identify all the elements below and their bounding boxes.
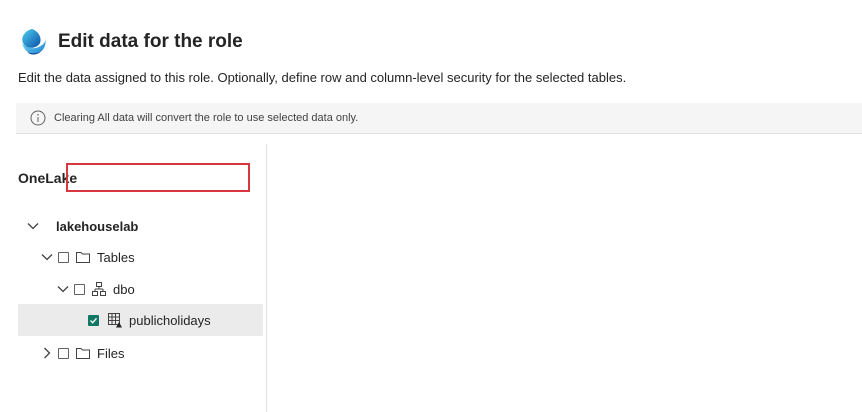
- chevron-down-icon[interactable]: [40, 250, 54, 264]
- tables-checkbox[interactable]: [58, 251, 69, 263]
- fabric-logo-icon: [22, 29, 46, 55]
- folder-icon: [76, 348, 90, 359]
- files-checkbox[interactable]: [58, 347, 69, 359]
- tree-item-label: Tables: [97, 249, 135, 265]
- tree-item-label: Files: [97, 345, 125, 361]
- tree-item-dbo[interactable]: dbo: [18, 273, 263, 305]
- page-title: Edit data for the role: [58, 31, 243, 52]
- tree-item-files[interactable]: Files: [18, 337, 263, 369]
- tree-item-label: lakehouselab: [56, 218, 139, 234]
- tree-item-publicholidays[interactable]: publicholidays: [18, 304, 263, 336]
- highlight-box: [66, 163, 250, 192]
- info-icon: [30, 110, 46, 126]
- publicholidays-checkbox[interactable]: [88, 314, 99, 326]
- chevron-down-icon[interactable]: [56, 282, 70, 296]
- tree-item-tables[interactable]: Tables: [18, 241, 263, 273]
- table-icon: [108, 313, 122, 328]
- checkmark-icon: [90, 317, 98, 324]
- tree-item-label: dbo: [113, 281, 135, 297]
- info-banner: Clearing All data will convert the role …: [16, 103, 862, 134]
- folder-icon: [76, 252, 90, 263]
- tree-item-label: publicholidays: [129, 312, 211, 328]
- dialog-header: Edit data for the role: [18, 26, 243, 58]
- page-description: Edit the data assigned to this role. Opt…: [18, 70, 627, 85]
- info-banner-text: Clearing All data will convert the role …: [54, 112, 359, 124]
- chevron-down-icon[interactable]: [26, 219, 40, 233]
- details-pane: [268, 144, 862, 412]
- tree-item-lakehouselab[interactable]: lakehouselab: [18, 210, 263, 242]
- schema-icon: [92, 282, 106, 296]
- dbo-checkbox[interactable]: [74, 283, 85, 295]
- chevron-right-icon[interactable]: [40, 346, 54, 360]
